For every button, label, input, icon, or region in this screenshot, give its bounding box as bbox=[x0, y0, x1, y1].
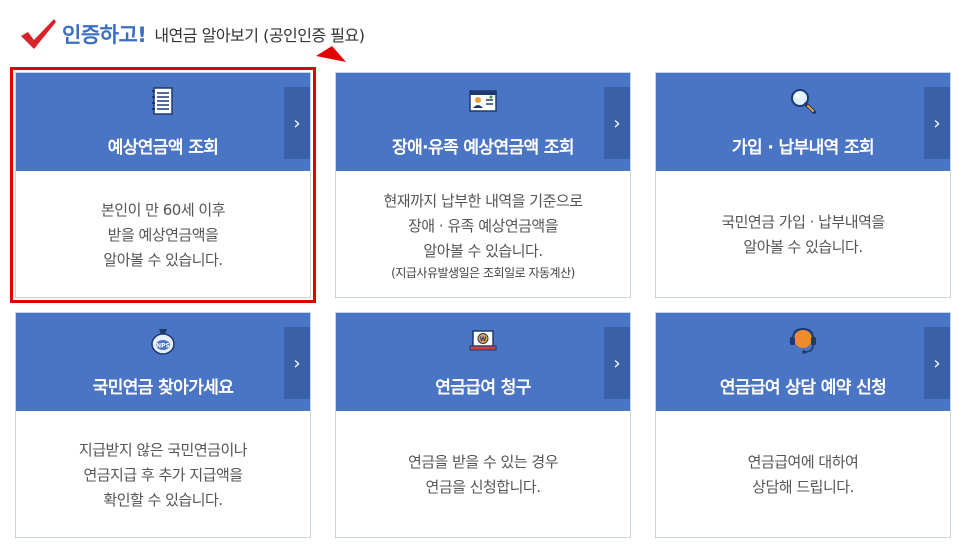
card-description-line: 국민연금 가입 · 납부내역을 bbox=[721, 213, 885, 231]
card-description-line: 알아볼 수 있습니다. bbox=[743, 238, 863, 256]
card-description-line: 연금지급 후 추가 지급액을 bbox=[83, 465, 243, 484]
card-description-line: 확인할 수 있습니다. bbox=[103, 490, 223, 509]
checkmark-icon bbox=[21, 19, 56, 49]
card-enrollment-payment-history[interactable]: 가입 · 납부내역 조회 › 국민연금 가입 · 납부내역을 알아볼 수 있습니… bbox=[655, 72, 951, 298]
card-header: 장애·유족 예상연금액 조회 › bbox=[336, 73, 630, 171]
pointer-arrow-icon bbox=[316, 46, 346, 62]
magnifier-icon bbox=[791, 89, 816, 114]
card-description-line: 지급받지 않은 국민연금이나 bbox=[78, 440, 248, 459]
card-header: 예상연금액 조회 › bbox=[16, 73, 310, 171]
card-title: 연금급여 상담 예약 신청 bbox=[719, 378, 887, 398]
card-header: W 연금급여 청구 › bbox=[336, 313, 630, 411]
card-description: 국민연금 가입 · 납부내역을 알아볼 수 있습니다. bbox=[656, 171, 950, 299]
card-description-line: 연금급여에 대하여 bbox=[747, 453, 859, 471]
nps-pouch-icon: NPS bbox=[151, 329, 175, 355]
card-description: 현재까지 납부한 내역을 기준으로 장애 · 유족 예상연금액을 알아볼 수 있… bbox=[336, 171, 630, 299]
card-description: 연금을 받을 수 있는 경우 연금을 신청합니다. bbox=[336, 411, 630, 539]
card-description-line: 상담해 드립니다. bbox=[752, 478, 854, 496]
svg-text:NPS: NPS bbox=[156, 343, 170, 350]
document-icon bbox=[152, 87, 173, 115]
card-description-line: 받을 예상연금액을 bbox=[107, 225, 219, 244]
chevron-right-icon[interactable]: › bbox=[284, 327, 310, 399]
card-description-line: 연금을 받을 수 있는 경우 bbox=[407, 453, 559, 471]
card-description: 본인이 만 60세 이후 받을 예상연금액을 알아볼 수 있습니다. bbox=[16, 171, 310, 299]
card-title: 국민연금 찾아가세요 bbox=[92, 378, 234, 398]
id-card-icon bbox=[469, 90, 497, 112]
card-description-line: 알아볼 수 있습니다. bbox=[103, 250, 223, 269]
card-description-line: 장애 · 유족 예상연금액을 bbox=[407, 216, 559, 235]
card-expected-pension[interactable]: 예상연금액 조회 › 본인이 만 60세 이후 받을 예상연금액을 알아볼 수 … bbox=[15, 72, 311, 298]
chevron-right-icon[interactable]: › bbox=[604, 87, 630, 159]
card-title: 장애·유족 예상연금액 조회 bbox=[392, 138, 575, 158]
chevron-right-icon[interactable]: › bbox=[284, 87, 310, 159]
card-description-line: 연금을 신청합니다. bbox=[425, 478, 541, 496]
svg-text:W: W bbox=[480, 336, 487, 343]
card-header: NPS 국민연금 찾아가세요 › bbox=[16, 313, 310, 411]
laptop-won-icon: W bbox=[469, 330, 497, 351]
card-title: 예상연금액 조회 bbox=[107, 138, 219, 158]
headset-icon bbox=[790, 327, 816, 354]
card-header: 가입 · 납부내역 조회 › bbox=[656, 73, 950, 171]
card-find-pension[interactable]: NPS 국민연금 찾아가세요 › 지급받지 않은 국민연금이나 연금지급 후 추… bbox=[15, 312, 311, 538]
card-title: 연금급여 청구 bbox=[435, 378, 531, 398]
chevron-right-icon[interactable]: › bbox=[604, 327, 630, 399]
card-description: 지급받지 않은 국민연금이나 연금지급 후 추가 지급액을 확인할 수 있습니다… bbox=[16, 411, 310, 539]
card-description-line: 본인이 만 60세 이후 bbox=[101, 200, 226, 219]
card-header: 연금급여 상담 예약 신청 › bbox=[656, 313, 950, 411]
card-description-line: 알아볼 수 있습니다. bbox=[423, 241, 543, 260]
card-note: (지급사유발생일은 조회일로 자동계산) bbox=[391, 265, 575, 280]
card-description-line: 현재까지 납부한 내역을 기준으로 bbox=[383, 191, 583, 210]
chevron-right-icon[interactable]: › bbox=[924, 87, 950, 159]
card-consultation-reservation[interactable]: 연금급여 상담 예약 신청 › 연금급여에 대하여 상담해 드립니다. bbox=[655, 312, 951, 538]
chevron-right-icon[interactable]: › bbox=[924, 327, 950, 399]
card-title: 가입 · 납부내역 조회 bbox=[731, 138, 875, 158]
card-pension-benefit-claim[interactable]: W 연금급여 청구 › 연금을 받을 수 있는 경우 연금을 신청합니다. bbox=[335, 312, 631, 538]
card-disability-survivor-pension[interactable]: 장애·유족 예상연금액 조회 › 현재까지 납부한 내역을 기준으로 장애 · … bbox=[335, 72, 631, 298]
card-description: 연금급여에 대하여 상담해 드립니다. bbox=[656, 411, 950, 539]
section-title: 인증하고! bbox=[62, 23, 147, 47]
